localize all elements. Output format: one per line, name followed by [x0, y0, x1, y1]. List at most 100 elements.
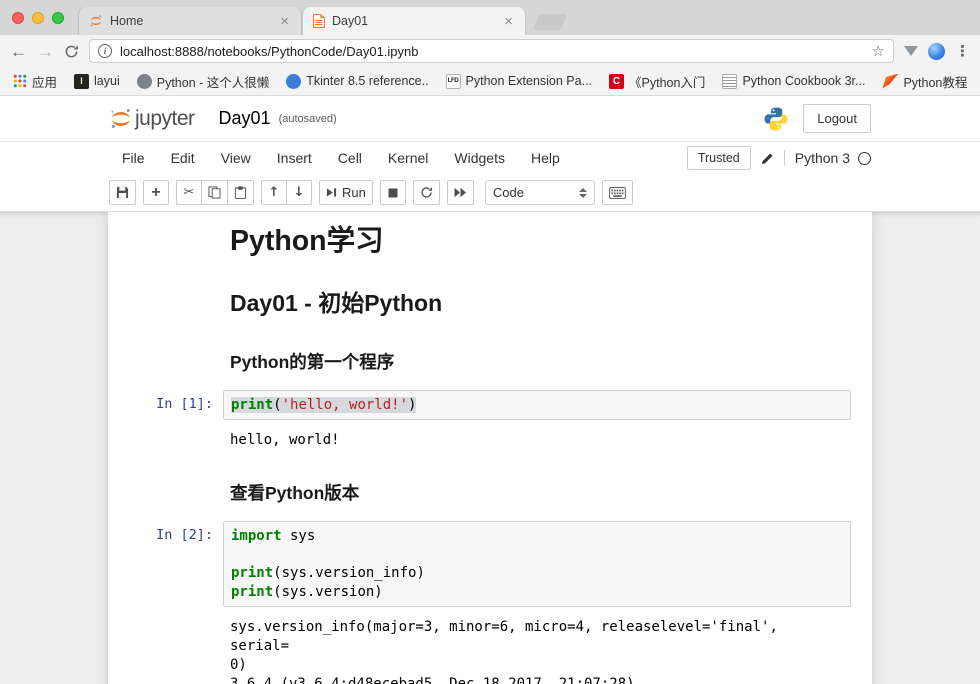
trusted-button[interactable]: Trusted	[687, 146, 751, 170]
paste-cell-button[interactable]	[227, 180, 254, 205]
interrupt-kernel-button[interactable]	[380, 180, 406, 205]
run-label: Run	[342, 185, 366, 200]
bookmark-item[interactable]: 应用	[12, 72, 57, 91]
bookmark-item[interactable]: Python教程	[882, 72, 967, 91]
cell-output: sys.version_info(major=3, minor=6, micro…	[223, 614, 851, 684]
close-window-button[interactable]	[12, 12, 24, 24]
code-input-area[interactable]: import sys print(sys.version_info)print(…	[223, 521, 851, 607]
bookmark-star-icon[interactable]: ☆	[872, 42, 885, 60]
insert-cell-button[interactable]: +	[143, 180, 169, 205]
bookmark-item[interactable]: C《Python入门	[609, 72, 705, 91]
markdown-content: Day01 - 初始Python	[223, 279, 851, 324]
bookmark-item[interactable]: Python Cookbook 3r...	[722, 74, 865, 89]
logout-button[interactable]: Logout	[803, 104, 871, 133]
notebook-title[interactable]: Day01	[219, 108, 271, 129]
kernel-name: Python 3	[795, 150, 850, 166]
code-cell[interactable]: In [2]:import sys print(sys.version_info…	[123, 515, 857, 613]
menu-kernel[interactable]: Kernel	[375, 150, 441, 166]
cut-cell-button[interactable]: ✂	[176, 180, 202, 205]
run-button[interactable]: Run	[319, 180, 373, 205]
move-cell-up-button[interactable]: ↑	[261, 180, 287, 205]
markdown-cell[interactable]: 查看Python版本	[123, 462, 857, 515]
menu-help[interactable]: Help	[518, 150, 573, 166]
extension-globe-icon[interactable]	[928, 43, 945, 60]
python-logo-icon	[763, 106, 789, 132]
restart-kernel-button[interactable]	[413, 180, 440, 205]
code-input-area[interactable]: print('hello, world!')	[223, 390, 851, 420]
heading-level-3: 查看Python版本	[230, 483, 844, 503]
browser-menu-icon[interactable]: ⋮	[955, 42, 970, 60]
download-triangle-icon[interactable]	[904, 46, 918, 56]
apps-favicon-icon	[12, 74, 27, 89]
markdown-content: Python学习	[223, 220, 851, 267]
copy-cell-button[interactable]	[201, 180, 228, 205]
command-palette-button[interactable]	[602, 180, 633, 205]
input-prompt: In [1]:	[129, 390, 223, 420]
code-cell[interactable]: In [1]:print('hello, world!')	[123, 384, 857, 426]
cell-type-select[interactable]: Code	[485, 180, 595, 205]
clipboard-button-group: ✂	[176, 180, 254, 205]
cell-type-value: Code	[493, 185, 524, 200]
jupyter-menubar: FileEditViewInsertCellKernelWidgetsHelp …	[0, 141, 980, 174]
cell-output: hello, world!	[223, 427, 851, 456]
close-tab-icon[interactable]: ×	[278, 14, 291, 29]
menu-view[interactable]: View	[208, 150, 264, 166]
url-text: localhost:8888/notebooks/PythonCode/Day0…	[120, 44, 864, 59]
input-prompt: In [2]:	[129, 521, 223, 607]
close-tab-icon[interactable]: ×	[502, 14, 515, 29]
bookmark-item[interactable]: LFDPython Extension Pa...	[446, 74, 592, 89]
menu-edit[interactable]: Edit	[158, 150, 208, 166]
save-icon	[116, 186, 129, 199]
zoom-window-button[interactable]	[52, 12, 64, 24]
back-button[interactable]: ←	[10, 43, 27, 60]
move-cell-down-button[interactable]: ↓	[286, 180, 312, 205]
bookmark-item[interactable]: Python - 这个人很懒	[137, 72, 270, 91]
new-tab-button[interactable]	[533, 14, 567, 30]
restart-run-all-button[interactable]	[447, 180, 474, 205]
heading-level-1: Python学习	[230, 226, 844, 257]
url-bar[interactable]: i localhost:8888/notebooks/PythonCode/Da…	[89, 39, 894, 63]
stop-icon	[388, 188, 398, 198]
menu-insert[interactable]: Insert	[264, 150, 325, 166]
menu-widgets[interactable]: Widgets	[441, 150, 518, 166]
tab-day01[interactable]: Day01 ×	[302, 7, 526, 35]
save-button[interactable]	[109, 180, 136, 205]
layui-favicon-icon: l	[74, 74, 89, 89]
minimize-window-button[interactable]	[32, 12, 44, 24]
tab-title: Home	[110, 14, 271, 28]
heading-level-2: Day01 - 初始Python	[230, 291, 844, 316]
output-row: sys.version_info(major=3, minor=6, micro…	[123, 613, 857, 684]
bookmark-label: Tkinter 8.5 reference..	[306, 74, 428, 88]
bookmark-item[interactable]: Tkinter 8.5 reference..	[286, 74, 428, 89]
markdown-cell[interactable]: Day01 - 初始Python	[123, 273, 857, 330]
cell-prompt	[129, 468, 223, 509]
arrow-up-icon: ↑	[269, 186, 280, 199]
edit-mode-pencil-icon	[761, 152, 774, 165]
plus-icon: +	[151, 185, 160, 201]
code-text: import sys print(sys.version_info)print(…	[231, 527, 843, 601]
bookmark-label: Python Cookbook 3r...	[742, 74, 865, 88]
forward-button[interactable]: →	[37, 43, 54, 60]
output-prompt	[129, 427, 223, 456]
markdown-cell[interactable]: Python学习	[123, 214, 857, 273]
tab-home[interactable]: Home ×	[78, 7, 302, 35]
feather-favicon-icon	[882, 74, 898, 89]
jupyter-logo[interactable]: jupyter	[109, 107, 195, 131]
menu-file[interactable]: File	[109, 150, 158, 166]
jupyter-toolbar: + ✂ ↑ ↓ Run Code	[0, 174, 980, 211]
cell-prompt	[129, 220, 223, 267]
reload-button[interactable]	[64, 44, 79, 59]
csite-favicon-icon: C	[609, 74, 624, 89]
scissors-icon: ✂	[184, 186, 195, 199]
jupyter-logo-text: jupyter	[135, 107, 195, 131]
bookmark-item[interactable]: llayui	[74, 74, 120, 89]
lfd-favicon-icon: LFD	[446, 74, 461, 89]
tab-title: Day01	[332, 14, 495, 28]
menu-cell[interactable]: Cell	[325, 150, 375, 166]
markdown-content: Python的第一个程序	[223, 337, 851, 378]
tk-favicon-icon	[286, 74, 301, 89]
page-info-icon[interactable]: i	[98, 44, 112, 58]
markdown-cell[interactable]: Python的第一个程序	[123, 331, 857, 384]
bookmarks-list: 应用 llayui Python - 这个人很懒 Tkinter 8.5 refere…	[12, 72, 980, 91]
keyboard-icon	[609, 187, 626, 199]
